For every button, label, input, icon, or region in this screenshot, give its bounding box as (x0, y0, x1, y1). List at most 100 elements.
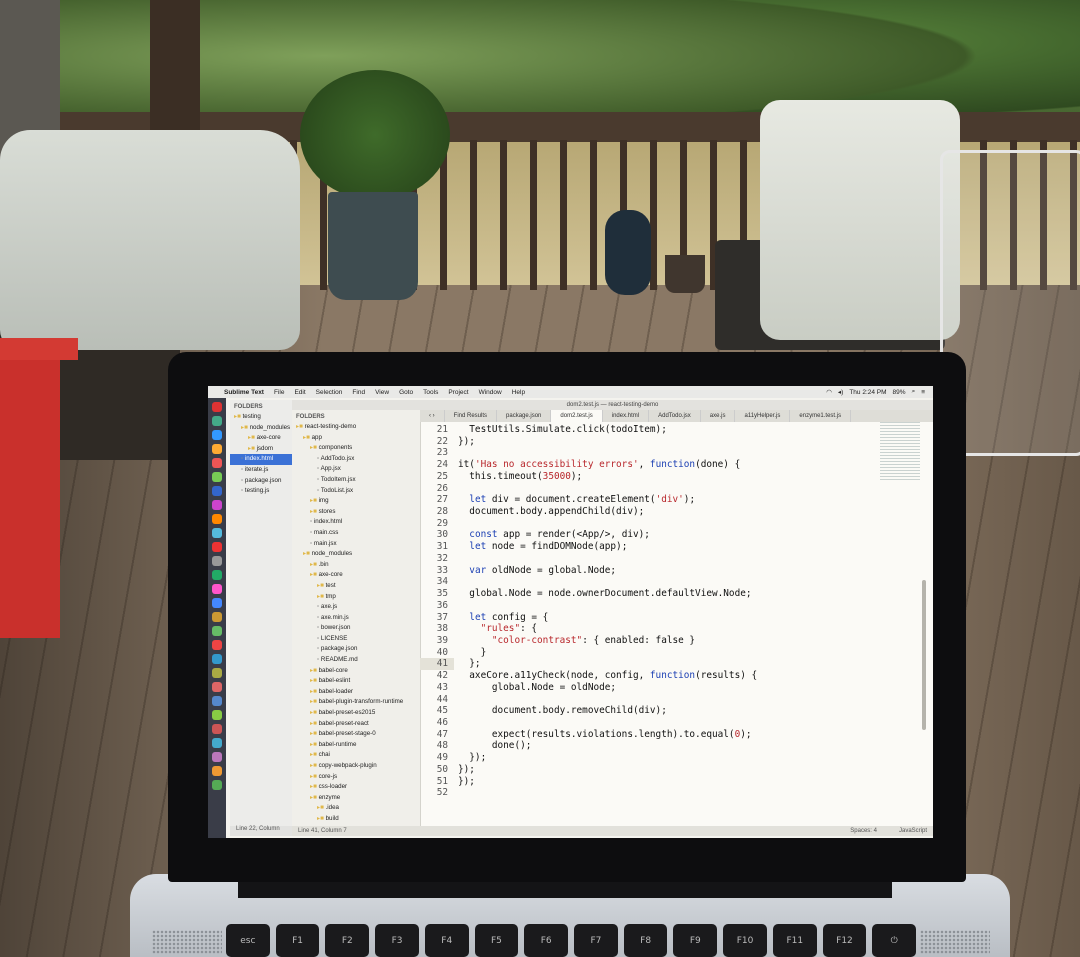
tree-item[interactable]: ▫ iterate.js (230, 465, 298, 476)
tree-item[interactable]: ▫ App.jsx (292, 464, 420, 475)
dock-app-icon[interactable] (212, 486, 222, 496)
key-f3[interactable]: F3 (375, 924, 419, 957)
tree-item[interactable]: ▸■ babel-core (292, 666, 420, 677)
dock-app-icon[interactable] (212, 514, 222, 524)
dock-app-icon[interactable] (212, 556, 222, 566)
tree-item[interactable]: ▸■ img (292, 496, 420, 507)
dock-app-icon[interactable] (212, 710, 222, 720)
code-editor[interactable]: TestUtils.Simulate.click(todoItem);}); it… (458, 422, 878, 828)
dock-app-icon[interactable] (212, 682, 222, 692)
menu-item-help[interactable]: Help (512, 389, 525, 396)
dock-app-icon[interactable] (212, 766, 222, 776)
dock-app-icon[interactable] (212, 402, 222, 412)
key-f11[interactable]: F11 (772, 924, 817, 957)
tree-item[interactable]: ▸■ app (292, 433, 420, 444)
tab-addtodo-jsx[interactable]: AddTodo.jsx (649, 410, 701, 422)
menu-item-selection[interactable]: Selection (316, 389, 343, 396)
dock-app-icon[interactable] (212, 542, 222, 552)
key-f2[interactable]: F2 (325, 924, 370, 957)
menu-item-project[interactable]: Project (448, 389, 468, 396)
app-menu[interactable]: Sublime Text (224, 389, 264, 396)
tree-item[interactable]: ▸■ core-js (292, 772, 420, 783)
dock-app-icon[interactable] (212, 640, 222, 650)
dock-app-icon[interactable] (212, 696, 222, 706)
tree-item[interactable]: ▫ main.css (292, 528, 420, 539)
tree-item[interactable]: ▫ package.json (292, 644, 420, 655)
clock[interactable]: Thu 2:24 PM (849, 389, 886, 396)
key-f10[interactable]: F10 (723, 924, 767, 957)
tree-item[interactable]: ▸■ node_modules (230, 423, 298, 434)
menu-item-goto[interactable]: Goto (399, 389, 413, 396)
tab-axe-js[interactable]: axe.js (701, 410, 736, 422)
indentation-setting[interactable]: Spaces: 4 (850, 828, 877, 834)
dock-app-icon[interactable] (212, 598, 222, 608)
dock-app-icon[interactable] (212, 752, 222, 762)
menu-item-find[interactable]: Find (352, 389, 365, 396)
tree-item[interactable]: ▫ LICENSE (292, 634, 420, 645)
background-editor-window[interactable]: FOLDERS ▸■ testing ▸■ node_modules ▸■ axe-… (230, 400, 304, 836)
sublime-editor-window[interactable]: dom2.test.js — react-testing-demo FOLDER… (292, 400, 933, 836)
dock-app-icon[interactable] (212, 528, 222, 538)
tab-enzyme1-test-js[interactable]: enzyme1.test.js (790, 410, 852, 422)
dock-app-icon[interactable] (212, 738, 222, 748)
dock-app-icon[interactable] (212, 570, 222, 580)
tree-item[interactable]: ▫ index.html (230, 454, 298, 465)
wifi-icon[interactable]: ◠ (826, 388, 832, 396)
dock-app-icon[interactable] (212, 780, 222, 790)
tree-item[interactable]: ▸■ chai (292, 750, 420, 761)
tree-item[interactable]: ▸■ .idea (292, 803, 420, 814)
tree-item[interactable]: ▸■ copy-webpack-plugin (292, 761, 420, 772)
key-f4[interactable]: F4 (424, 924, 469, 957)
key-f12[interactable]: F12 (822, 924, 867, 957)
tree-item[interactable]: ▸■ tmp (292, 592, 420, 603)
tree-item[interactable]: ▸■ jsdom (230, 444, 298, 455)
menu-item-edit[interactable]: Edit (294, 389, 305, 396)
tree-item[interactable]: ▸■ testing (230, 412, 298, 423)
tab-find-results[interactable]: Find Results (445, 410, 498, 422)
minimap[interactable] (880, 422, 920, 482)
notification-center-icon[interactable]: ≡ (921, 389, 925, 396)
key-f8[interactable]: F8 (623, 924, 668, 957)
tree-item[interactable]: ▫ README.md (292, 655, 420, 666)
tree-item[interactable]: ▸■ babel-preset-stage-0 (292, 729, 420, 740)
dock-app-icon[interactable] (212, 458, 222, 468)
key-f6[interactable]: F6 (524, 924, 569, 957)
menu-item-tools[interactable]: Tools (423, 389, 438, 396)
tree-item[interactable]: ▸■ babel-plugin-transform-runtime (292, 697, 420, 708)
key-f5[interactable]: F5 (474, 924, 519, 957)
dock-app-icon[interactable] (212, 724, 222, 734)
tree-item[interactable]: ▫ axe.js (292, 602, 420, 613)
dock-app-icon[interactable] (212, 584, 222, 594)
tree-item[interactable]: ▸■ react-testing-demo (292, 422, 420, 433)
dock-app-icon[interactable] (212, 430, 222, 440)
tree-item[interactable]: ▫ main.jsx (292, 539, 420, 550)
tree-item[interactable]: ▸■ stores (292, 507, 420, 518)
key-⏻[interactable]: ⏻ (872, 924, 917, 957)
tab-a11yhelper-js[interactable]: a11yHelper.js (735, 410, 791, 422)
key-esc[interactable]: esc (226, 924, 270, 957)
dock-app-icon[interactable] (212, 472, 222, 482)
tree-item[interactable]: ▸■ axe-core (292, 570, 420, 581)
dock-app-icon[interactable] (212, 444, 222, 454)
tree-item[interactable]: ▸■ node_modules (292, 549, 420, 560)
tree-item[interactable]: ▫ TodoList.jsx (292, 486, 420, 497)
tree-item[interactable]: ▸■ babel-runtime (292, 740, 420, 751)
tab-dom2-test-js[interactable]: dom2.test.js (551, 410, 603, 422)
editor-scrollbar[interactable] (922, 580, 926, 730)
tree-item[interactable]: ▸■ build (292, 814, 420, 825)
tree-item[interactable]: ▸■ components (292, 443, 420, 454)
tree-item[interactable]: ▸■ axe-core (230, 433, 298, 444)
tree-item[interactable]: ▫ index.html (292, 517, 420, 528)
tree-item[interactable]: ▫ testing.js (230, 486, 298, 497)
dock-app-icon[interactable] (212, 654, 222, 664)
key-f1[interactable]: F1 (275, 924, 320, 957)
tab-index-html[interactable]: index.html (603, 410, 650, 422)
tab-package-json[interactable]: package.json (497, 410, 552, 422)
syntax-selector[interactable]: JavaScript (899, 828, 927, 834)
menu-item-view[interactable]: View (375, 389, 389, 396)
tree-item[interactable]: ▸■ babel-preset-react (292, 719, 420, 730)
dock-app-icon[interactable] (212, 668, 222, 678)
volume-icon[interactable]: ◂) (838, 388, 843, 396)
tree-item[interactable]: ▸■ css-loader (292, 782, 420, 793)
tree-item[interactable]: ▫ TodoItem.jsx (292, 475, 420, 486)
